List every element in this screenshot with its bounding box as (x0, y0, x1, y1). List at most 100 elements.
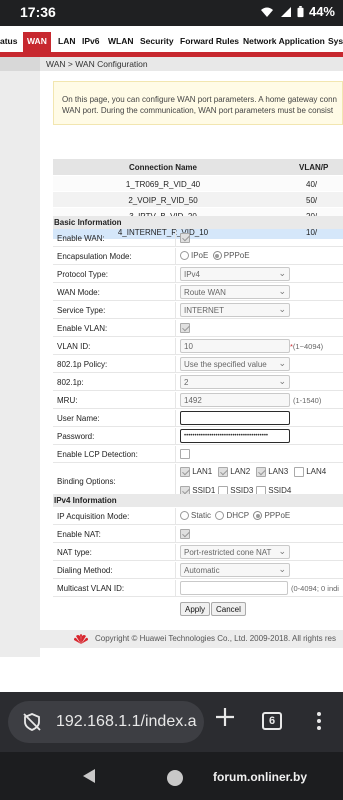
label-user-name: User Name: (57, 414, 100, 423)
breadcrumb: WAN > WAN Configuration (40, 57, 343, 71)
battery-percent: 44% (308, 4, 335, 19)
apply-button[interactable]: Apply (180, 602, 211, 616)
label-dialing-method: Dialing Method: (57, 566, 113, 575)
row-lcp-detection: Enable LCP Detection: (53, 446, 343, 463)
enable-vlan-checkbox[interactable] (180, 323, 190, 333)
section-basic-information: Basic Information (53, 216, 343, 229)
protocol-type-select[interactable]: IPv4 ⌄ (180, 267, 290, 281)
nat-type-value: Port-restricted cone NAT (184, 548, 272, 557)
url-text[interactable]: 192.168.1.1/index.a (56, 713, 202, 731)
lan1-label: LAN1 (192, 467, 213, 477)
chevron-down-icon: ⌄ (278, 268, 286, 278)
label-ip-acquisition: IP Acquisition Mode: (57, 512, 130, 521)
8021p-select[interactable]: 2 ⌄ (180, 375, 290, 389)
chevron-down-icon: ⌄ (278, 358, 286, 368)
row-enable-wan: Enable WAN: (53, 230, 343, 247)
row-user-name: User Name: (53, 410, 343, 427)
enable-wan-checkbox[interactable] (180, 233, 190, 243)
label-protocol-type: Protocol Type: (57, 270, 108, 279)
mru-input[interactable]: 1492 (180, 393, 290, 407)
label-encapsulation: Encapsulation Mode: (57, 252, 132, 261)
tab-switcher-button[interactable]: 6 (262, 712, 282, 730)
enable-nat-checkbox[interactable] (180, 529, 190, 539)
menu-item-forward-rules[interactable]: Forward Rules (180, 36, 239, 46)
table-row[interactable]: 2_VOIP_R_VID_50 50/ (53, 191, 343, 207)
lan3-label: LAN3 (268, 467, 289, 477)
more-options-icon[interactable] (316, 712, 322, 730)
pppoe-radio[interactable] (212, 251, 222, 261)
ipoe-radio[interactable] (180, 251, 189, 261)
router-page: atus WAN LAN IPv6 WLAN Security Forward … (0, 26, 343, 692)
menu-item-security[interactable]: Security (140, 36, 174, 46)
section-ipv4-information: IPv4 Information (53, 494, 343, 507)
table-row[interactable]: 1_TR069_R_VID_40 40/ (53, 175, 343, 191)
label-binding-options: Binding Options: (57, 477, 116, 486)
dialing-method-select[interactable]: Automatic ⌄ (180, 563, 290, 577)
copyright-text: Copyright © Huawei Technologies Co., Ltd… (95, 634, 336, 643)
menu-item-wan[interactable]: WAN (23, 32, 51, 52)
row-mru: MRU: 1492 (1-1540) (53, 392, 343, 409)
lan2-checkbox[interactable] (218, 467, 228, 477)
menu-item-ipv6[interactable]: IPv6 (82, 36, 100, 46)
connection-vlan: 50/ (306, 196, 318, 205)
chevron-down-icon: ⌄ (278, 376, 286, 386)
not-secure-shield-icon[interactable] (22, 712, 42, 732)
nat-type-select[interactable]: Port-restricted cone NAT ⌄ (180, 545, 290, 559)
label-enable-vlan: Enable VLAN: (57, 324, 108, 333)
lcp-detection-checkbox[interactable] (180, 449, 190, 459)
table-header: Connection Name VLAN/P (53, 159, 343, 175)
label-8021p-policy: 802.1p Policy: (57, 360, 108, 369)
footer: Copyright © Huawei Technologies Co., Ltd… (0, 630, 343, 648)
lan4-checkbox[interactable] (294, 467, 304, 477)
user-name-input[interactable] (180, 411, 290, 425)
pppoe-acq-label: PPPoE (264, 511, 291, 520)
address-bar[interactable]: 192.168.1.1/index.a (8, 701, 204, 743)
chevron-down-icon: ⌄ (278, 286, 286, 296)
static-label: Static (191, 511, 212, 520)
pppoe-acq-radio[interactable] (253, 511, 263, 521)
menu-item-status[interactable]: atus (0, 36, 17, 46)
clock: 17:36 (20, 4, 56, 20)
lan1-checkbox[interactable] (180, 467, 190, 477)
static-radio[interactable] (180, 511, 189, 521)
connection-vlan: 40/ (306, 180, 318, 189)
8021p-policy-value: Use the specified value (184, 360, 267, 369)
row-8021p-policy: 802.1p Policy: Use the specified value ⌄ (53, 356, 343, 373)
service-type-select[interactable]: INTERNET ⌄ (180, 303, 290, 317)
header-vlan: VLAN/P (299, 163, 329, 172)
new-tab-icon[interactable] (214, 706, 236, 728)
label-wan-mode: WAN Mode: (57, 288, 100, 297)
header-connection-name: Connection Name (128, 163, 197, 172)
row-multicast-vlan: Multicast VLAN ID: (0-4094; 0 indi (53, 580, 343, 597)
chevron-down-icon: ⌄ (278, 564, 286, 574)
dhcp-radio[interactable] (215, 511, 225, 521)
wifi-icon (260, 7, 273, 17)
8021p-policy-select[interactable]: Use the specified value ⌄ (180, 357, 290, 371)
row-nat-type: NAT type: Port-restricted cone NAT ⌄ (53, 544, 343, 561)
password-input[interactable]: •••••••••••••••••••••••••••••••••••••••• (180, 429, 290, 443)
label-enable-nat: Enable NAT: (57, 530, 101, 539)
cancel-button[interactable]: Cancel (211, 602, 246, 616)
connection-name: 2_VOIP_R_VID_50 (128, 196, 198, 205)
vlan-id-input[interactable]: 10 (180, 339, 290, 353)
label-enable-wan: Enable WAN: (57, 234, 105, 243)
label-nat-type: NAT type: (57, 548, 92, 557)
row-enable-vlan: Enable VLAN: (53, 320, 343, 337)
top-menu: atus WAN LAN IPv6 WLAN Security Forward … (0, 32, 343, 52)
info-line-1: On this page, you can configure WAN port… (62, 95, 337, 104)
wan-mode-select[interactable]: Route WAN ⌄ (180, 285, 290, 299)
row-vlan-id: VLAN ID: 10 *(1~4094) (53, 338, 343, 355)
left-nav-item[interactable] (0, 57, 40, 71)
menu-item-network-application[interactable]: Network Application (243, 36, 325, 46)
home-icon[interactable] (167, 770, 183, 786)
menu-item-wlan[interactable]: WLAN (108, 36, 134, 46)
8021p-value: 2 (184, 378, 189, 387)
lan3-checkbox[interactable] (256, 467, 266, 477)
menu-item-lan[interactable]: LAN (58, 36, 75, 46)
back-icon[interactable] (82, 768, 96, 784)
label-service-type: Service Type: (57, 306, 106, 315)
menu-item-system[interactable]: Sys (328, 36, 343, 46)
row-dialing-method: Dialing Method: Automatic ⌄ (53, 562, 343, 579)
multicast-vlan-input[interactable] (180, 581, 288, 595)
row-encapsulation: Encapsulation Mode: IPoE PPPoE (53, 248, 343, 265)
